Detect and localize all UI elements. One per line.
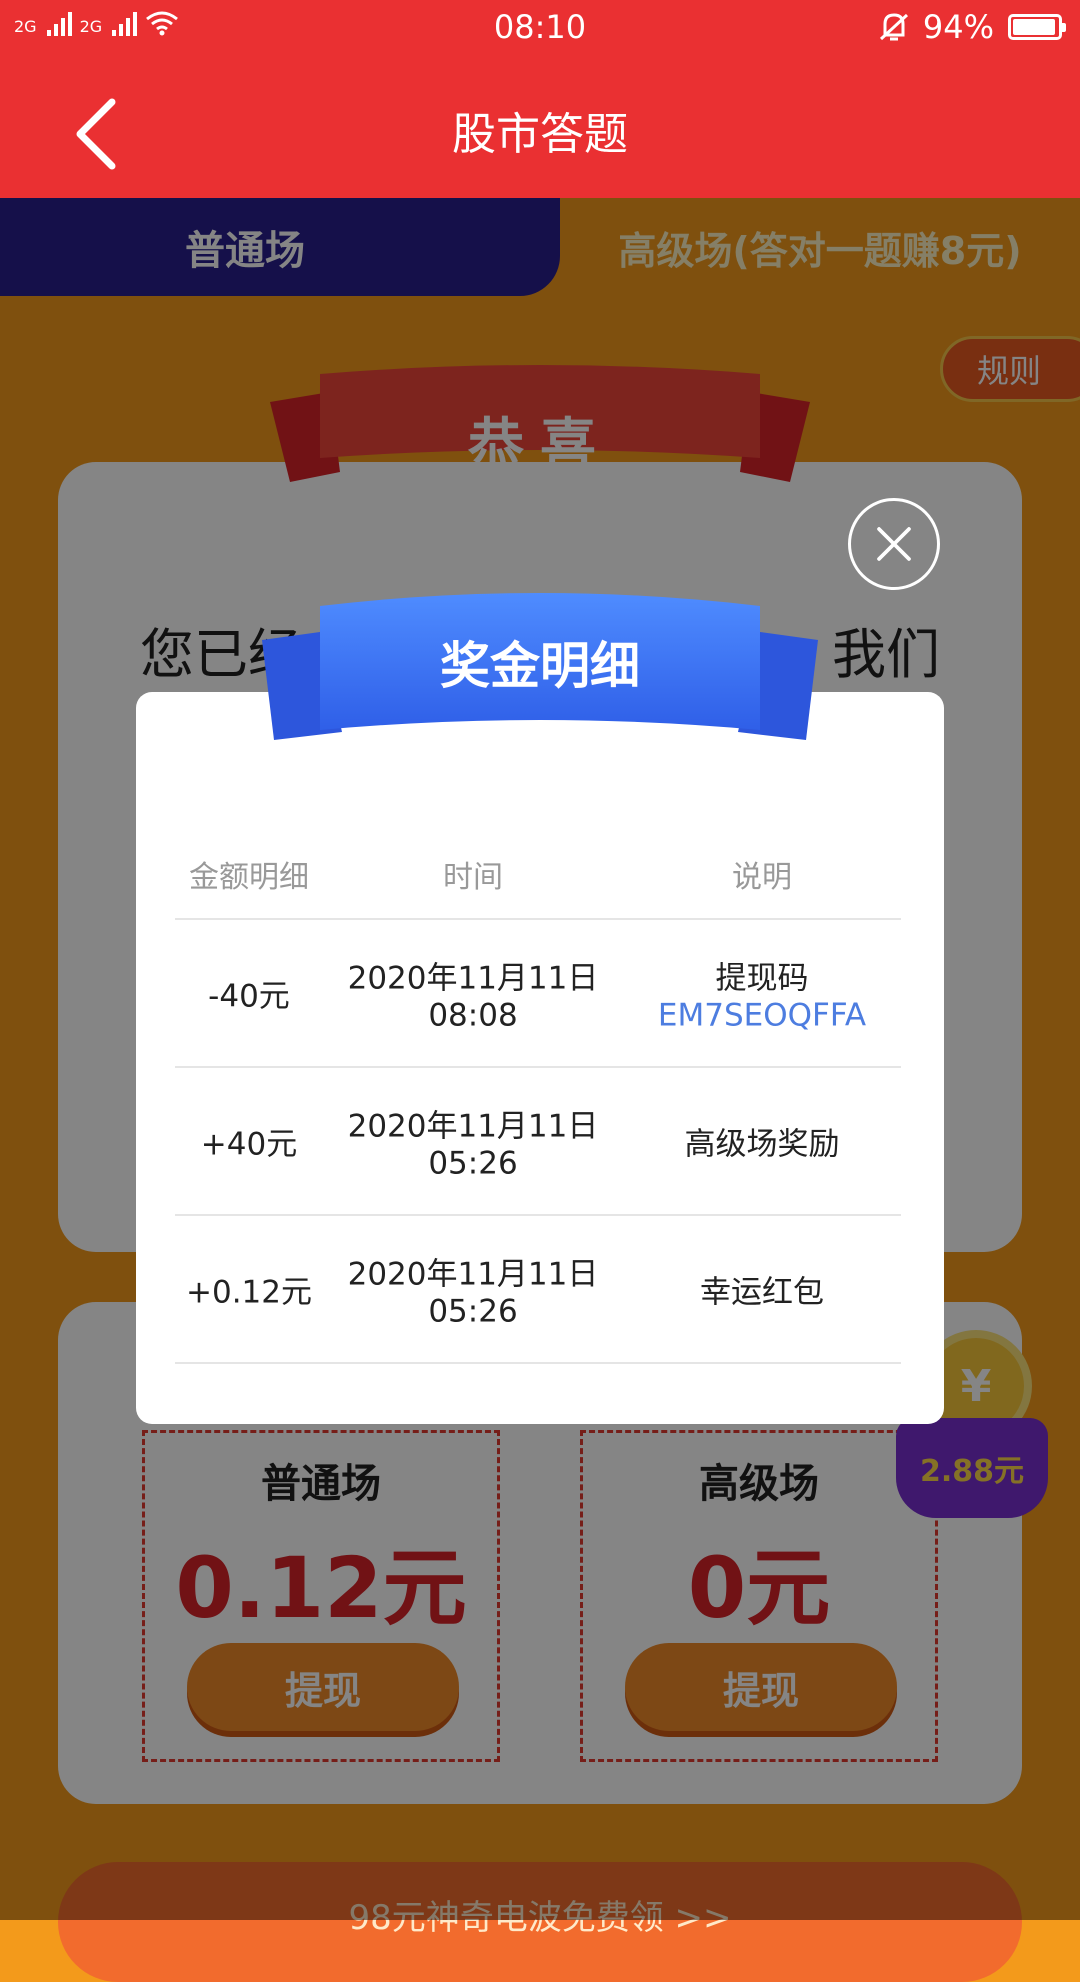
row-amount: -40元 [208,978,290,1015]
detail-table-header: 金额明细 时间 说明 [175,826,901,920]
row-desc: 高级场奖励 [684,1126,840,1163]
row-desc: 提现码 EM7SEOQFFA [623,953,901,1034]
bell-mute-icon [879,13,908,41]
row-time: 2020年11月11日 08:08 [347,960,599,1034]
status-right: 94% [879,8,1066,46]
row-time: 2020年11月11日 05:26 [347,1108,599,1182]
battery-percent: 94% [922,8,994,46]
table-row: -40元 2020年11月11日 08:08 提现码 EM7SEOQFFA [175,920,901,1068]
modal-title: 奖金明细 [440,637,640,695]
close-icon[interactable] [848,498,940,590]
row-desc-label: 提现码 [715,960,809,997]
page-title: 股市答题 [452,109,628,160]
table-row: +40元 2020年11月11日 05:26 高级场奖励 [175,1068,901,1216]
header-time: 时间 [443,860,503,895]
header-desc: 说明 [732,860,792,895]
app-header: 股市答题 [0,58,1080,198]
withdraw-code[interactable]: EM7SEOQFFA [623,998,901,1034]
row-amount: +40元 [200,1126,298,1163]
table-row: +0.12元 2020年11月11日 05:26 幸运红包 [175,1216,901,1364]
status-bar: 2G 2G 08:10 94% [0,0,1080,58]
row-amount: +0.12元 [186,1274,312,1311]
row-desc: 幸运红包 [700,1274,824,1311]
header-amount: 金额明细 [189,860,309,895]
battery-icon [1008,14,1066,40]
row-time: 2020年11月11日 05:26 [347,1256,599,1330]
